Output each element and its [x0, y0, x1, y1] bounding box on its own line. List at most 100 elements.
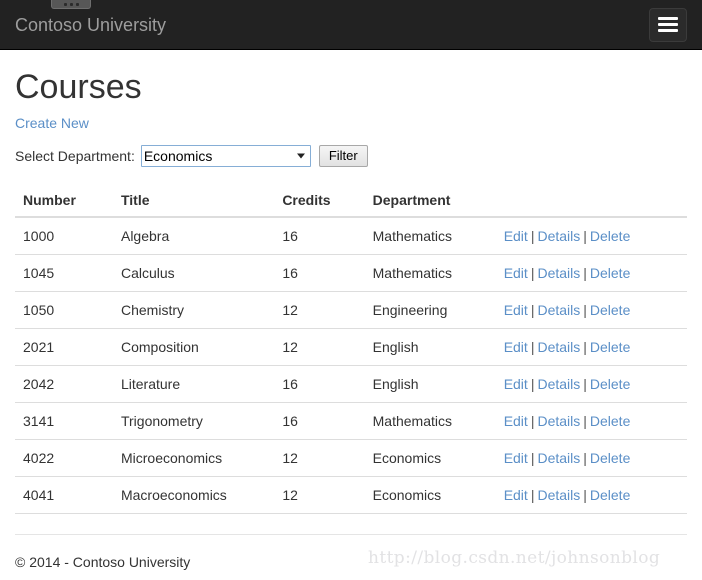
main-container: Courses Create New Select Department: Ec… [0, 69, 702, 570]
details-link[interactable]: Details [537, 487, 580, 503]
table-row: 1000Algebra16MathematicsEdit|Details|Del… [15, 217, 687, 255]
course-title: Macroeconomics [113, 477, 274, 514]
details-link[interactable]: Details [537, 413, 580, 429]
delete-link[interactable]: Delete [590, 487, 630, 503]
course-number: 3141 [15, 403, 113, 440]
course-department: Engineering [365, 292, 496, 329]
delete-link[interactable]: Delete [590, 228, 630, 244]
action-separator: | [580, 265, 590, 281]
table-row: 2042Literature16EnglishEdit|Details|Dele… [15, 366, 687, 403]
course-credits: 12 [274, 477, 364, 514]
hamburger-bar [658, 17, 678, 20]
page-title: Courses [15, 69, 687, 106]
course-department: English [365, 329, 496, 366]
edit-link[interactable]: Edit [504, 265, 528, 281]
course-credits: 16 [274, 217, 364, 255]
row-actions: Edit|Details|Delete [496, 440, 687, 477]
table-header-row: Number Title Credits Department [15, 184, 687, 217]
watermark-text: http://blog.csdn.net/johnsonblog [368, 548, 660, 568]
delete-link[interactable]: Delete [590, 413, 630, 429]
edit-link[interactable]: Edit [504, 339, 528, 355]
action-separator: | [580, 228, 590, 244]
course-title: Composition [113, 329, 274, 366]
course-number: 4041 [15, 477, 113, 514]
delete-link[interactable]: Delete [590, 339, 630, 355]
action-separator: | [580, 450, 590, 466]
course-credits: 12 [274, 440, 364, 477]
course-department: Mathematics [365, 403, 496, 440]
course-department: Mathematics [365, 217, 496, 255]
course-department: English [365, 366, 496, 403]
course-department: Mathematics [365, 255, 496, 292]
edit-link[interactable]: Edit [504, 302, 528, 318]
course-title: Algebra [113, 217, 274, 255]
details-link[interactable]: Details [537, 302, 580, 318]
action-separator: | [580, 339, 590, 355]
course-title: Calculus [113, 255, 274, 292]
course-number: 1000 [15, 217, 113, 255]
action-separator: | [580, 413, 590, 429]
row-actions: Edit|Details|Delete [496, 477, 687, 514]
artifact-dot [64, 3, 67, 6]
course-credits: 12 [274, 292, 364, 329]
table-row: 1050Chemistry12EngineeringEdit|Details|D… [15, 292, 687, 329]
edit-link[interactable]: Edit [504, 450, 528, 466]
department-select[interactable]: Economics [141, 145, 311, 167]
course-number: 2042 [15, 366, 113, 403]
edit-link[interactable]: Edit [504, 413, 528, 429]
delete-link[interactable]: Delete [590, 450, 630, 466]
action-separator: | [528, 376, 538, 392]
table-row: 3141Trigonometry16MathematicsEdit|Detail… [15, 403, 687, 440]
course-title: Literature [113, 366, 274, 403]
footer-copyright: © 2014 - Contoso University [15, 554, 190, 570]
top-widget-artifact [51, 0, 91, 9]
action-separator: | [528, 450, 538, 466]
action-separator: | [528, 302, 538, 318]
navbar: Contoso University [0, 0, 702, 50]
table-head: Number Title Credits Department [15, 184, 687, 217]
courses-table: Number Title Credits Department 1000Alge… [15, 184, 687, 514]
details-link[interactable]: Details [537, 376, 580, 392]
course-number: 4022 [15, 440, 113, 477]
action-separator: | [580, 487, 590, 503]
row-actions: Edit|Details|Delete [496, 329, 687, 366]
artifact-dot [76, 3, 79, 6]
column-header-actions [496, 184, 687, 217]
course-title: Chemistry [113, 292, 274, 329]
action-separator: | [528, 228, 538, 244]
create-new-row: Create New [15, 115, 687, 131]
row-actions: Edit|Details|Delete [496, 217, 687, 255]
details-link[interactable]: Details [537, 450, 580, 466]
action-separator: | [528, 339, 538, 355]
edit-link[interactable]: Edit [504, 487, 528, 503]
table-row: 4022Microeconomics12EconomicsEdit|Detail… [15, 440, 687, 477]
column-header-title: Title [113, 184, 274, 217]
column-header-number: Number [15, 184, 113, 217]
delete-link[interactable]: Delete [590, 376, 630, 392]
filter-button[interactable]: Filter [319, 145, 368, 167]
action-separator: | [528, 265, 538, 281]
course-title: Trigonometry [113, 403, 274, 440]
details-link[interactable]: Details [537, 228, 580, 244]
details-link[interactable]: Details [537, 339, 580, 355]
hamburger-bar [658, 29, 678, 32]
course-number: 2021 [15, 329, 113, 366]
row-actions: Edit|Details|Delete [496, 403, 687, 440]
hamburger-menu-icon[interactable] [649, 8, 687, 42]
course-number: 1050 [15, 292, 113, 329]
action-separator: | [528, 413, 538, 429]
action-separator: | [580, 302, 590, 318]
delete-link[interactable]: Delete [590, 302, 630, 318]
edit-link[interactable]: Edit [504, 376, 528, 392]
details-link[interactable]: Details [537, 265, 580, 281]
column-header-credits: Credits [274, 184, 364, 217]
edit-link[interactable]: Edit [504, 228, 528, 244]
create-new-link[interactable]: Create New [15, 115, 89, 131]
course-credits: 16 [274, 366, 364, 403]
table-row: 2021Composition12EnglishEdit|Details|Del… [15, 329, 687, 366]
table-row: 4041Macroeconomics12EconomicsEdit|Detail… [15, 477, 687, 514]
column-header-department: Department [365, 184, 496, 217]
action-separator: | [528, 487, 538, 503]
delete-link[interactable]: Delete [590, 265, 630, 281]
row-actions: Edit|Details|Delete [496, 366, 687, 403]
